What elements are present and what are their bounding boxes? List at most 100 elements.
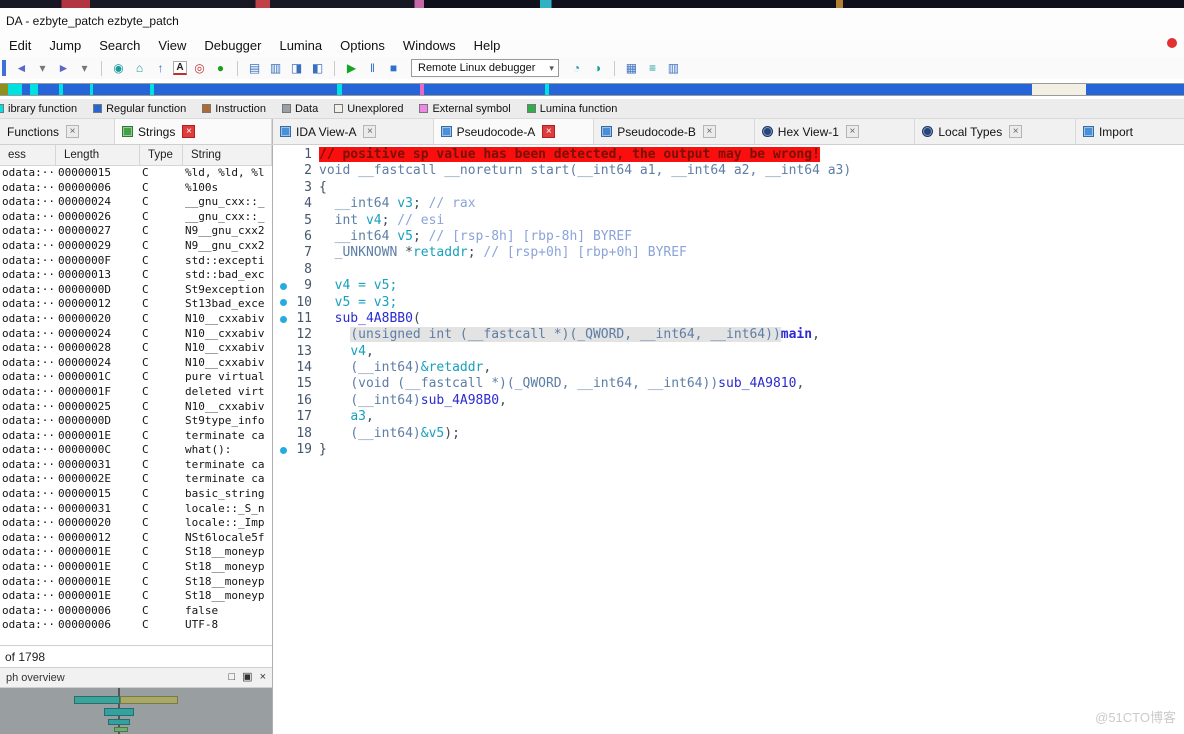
close-icon[interactable]: × (363, 125, 377, 138)
attach-process-icon[interactable]: ◔ (568, 60, 585, 76)
tab-hex-view-1[interactable]: Hex View-1 × (755, 119, 916, 144)
code-line[interactable]: 18 (__int64)&v5); (273, 426, 1184, 442)
table-row[interactable]: odata:··· 00000006 C %100s (0, 181, 272, 196)
table-row[interactable]: odata:··· 0000000C Cwhat(): (0, 443, 272, 458)
forward-arrow-icon[interactable]: ► (55, 60, 72, 76)
table-row[interactable]: odata:··· 0000001E C St18__moneyp (0, 560, 272, 575)
float-icon[interactable]: ▣ (242, 672, 252, 683)
jump-target-icon[interactable]: ◉ (110, 60, 127, 76)
code-line[interactable]: 1 // positive sp value has been detected,… (273, 147, 1184, 163)
jump-up-icon[interactable]: ↑ (152, 60, 169, 76)
graph-overview-body[interactable] (0, 688, 272, 734)
table-row[interactable]: odata:··· 0000001F Cdeleted virt (0, 385, 272, 400)
code-line[interactable]: 6 __int64 v5; // [rsp-8h] [rbp-8h] BYREF (273, 229, 1184, 245)
table-row[interactable]: odata:··· 00000031 Clocale::_S_n (0, 502, 272, 517)
breakpoint-gutter[interactable] (273, 262, 293, 278)
breakpoint-gutter[interactable] (273, 409, 293, 425)
stack-view-icon[interactable]: ◨ (288, 60, 305, 76)
title-bar[interactable]: DA - ezbyte_patch ezbyte_patch (0, 8, 1184, 33)
menu-debugger[interactable]: Debugger (195, 35, 270, 56)
table-row[interactable]: odata:··· 00000015 Cbasic_string (0, 487, 272, 502)
close-icon[interactable]: × (66, 125, 80, 138)
layout-icon[interactable]: ▥ (665, 60, 682, 76)
breakpoint-icon[interactable] (279, 299, 287, 307)
table-row[interactable]: odata:··· 00000013 Cstd::bad_exc (0, 268, 272, 283)
menu-options[interactable]: Options (331, 35, 394, 56)
color-target-icon[interactable]: ◎ (191, 60, 208, 76)
breakpoint-icon[interactable] (279, 282, 287, 290)
lumina-icon[interactable]: ● (212, 60, 229, 76)
tab-local-types[interactable]: Local Types × (915, 119, 1076, 144)
menu-lumina[interactable]: Lumina (270, 35, 331, 56)
registers-icon[interactable]: ▥ (267, 60, 284, 76)
code-line[interactable]: 19} (273, 442, 1184, 458)
table-row[interactable]: odata:··· 00000029 C N9__gnu_cxx2 (0, 239, 272, 254)
debug-windows-icon[interactable]: ▤ (246, 60, 263, 76)
code-line[interactable]: 15 (void (__fastcall *)(_QWORD, __int64,… (273, 376, 1184, 392)
table-row[interactable]: odata:··· 0000000D C St9exception (0, 283, 272, 298)
table-row[interactable]: odata:··· 00000006 Cfalse (0, 604, 272, 619)
menu-search[interactable]: Search (90, 35, 149, 56)
tab-functions[interactable]: Functions × (0, 119, 115, 144)
breakpoint-gutter[interactable] (273, 376, 293, 392)
menu-view[interactable]: View (149, 35, 195, 56)
breakpoint-gutter[interactable] (273, 180, 293, 196)
code-line[interactable]: 12 (unsigned int (__fastcall *)(_QWORD, … (273, 327, 1184, 343)
breakpoint-gutter[interactable] (273, 426, 293, 442)
table-row[interactable]: odata:··· 0000001E C St18__moneyp (0, 575, 272, 590)
code-line[interactable]: 5 int v4; // esi (273, 213, 1184, 229)
table-row[interactable]: odata:··· 00000031 Cterminate ca (0, 458, 272, 473)
table-row[interactable]: odata:··· 00000006 C UTF-8 (0, 618, 272, 633)
breakpoint-gutter[interactable] (273, 278, 293, 294)
code-line[interactable]: 17 a3, (273, 409, 1184, 425)
table-row[interactable]: odata:··· 00000028 C N10__cxxabiv (0, 341, 272, 356)
graph-overview-header[interactable]: ph overview □ ▣ × (0, 667, 272, 688)
table-row[interactable]: odata:··· 0000000F Cstd::excepti (0, 254, 272, 269)
breakpoint-gutter[interactable] (273, 245, 293, 261)
column-header-string[interactable]: String (183, 145, 272, 165)
table-row[interactable]: odata:··· 0000001C Cpure virtual (0, 370, 272, 385)
breakpoint-gutter[interactable] (273, 295, 293, 311)
table-row[interactable]: odata:··· 00000025 C N10__cxxabiv (0, 400, 272, 415)
breakpoint-gutter[interactable] (273, 442, 293, 458)
close-icon[interactable]: × (1009, 125, 1023, 138)
breakpoint-gutter[interactable] (273, 147, 293, 163)
stop-process-icon[interactable]: ■ (385, 60, 402, 76)
maximize-icon[interactable]: □ (229, 672, 236, 683)
code-line[interactable]: 13 v4, (273, 344, 1184, 360)
table-row[interactable]: odata:··· 0000000D C St9type_info (0, 414, 272, 429)
breakpoint-gutter[interactable] (273, 393, 293, 409)
pause-process-icon[interactable]: ‖ (364, 60, 381, 76)
code-line[interactable]: 14 (__int64)&retaddr, (273, 360, 1184, 376)
tab-pseudocode-b[interactable]: Pseudocode-B × (594, 119, 755, 144)
code-line[interactable]: 8 (273, 262, 1184, 278)
tab-pseudocode-a[interactable]: Pseudocode-A × (433, 119, 595, 144)
breakpoint-icon[interactable] (279, 315, 287, 323)
close-icon[interactable]: × (845, 125, 859, 138)
table-row[interactable]: odata:··· 00000024 C N10__cxxabiv (0, 356, 272, 371)
column-header-length[interactable]: Length (56, 145, 140, 165)
forward-history-caret-icon[interactable]: ▾ (76, 60, 93, 76)
menu-help[interactable]: Help (465, 35, 510, 56)
table-row[interactable]: odata:··· 00000020 C N10__cxxabiv (0, 312, 272, 327)
menu-edit[interactable]: Edit (0, 35, 40, 56)
table-row[interactable]: odata:··· 00000027 C N9__gnu_cxx2 (0, 224, 272, 239)
table-row[interactable]: odata:··· 00000020 Clocale::_Imp (0, 516, 272, 531)
toolbar-drag-handle[interactable] (2, 60, 6, 76)
table-row[interactable]: odata:··· 00000012 C St13bad_exce (0, 297, 272, 312)
breakpoint-gutter[interactable] (273, 213, 293, 229)
table-row[interactable]: odata:··· 00000026 C __gnu_cxx::_ (0, 210, 272, 225)
table-row[interactable]: odata:··· 0000002E Cterminate ca (0, 472, 272, 487)
table-row[interactable]: odata:··· 00000024 C N10__cxxabiv (0, 327, 272, 342)
breakpoint-gutter[interactable] (273, 344, 293, 360)
breakpoint-gutter[interactable] (273, 360, 293, 376)
menu-windows[interactable]: Windows (394, 35, 465, 56)
code-line[interactable]: 9 v4 = v5; (273, 278, 1184, 294)
breakpoint-list-icon[interactable]: ◧ (309, 60, 326, 76)
code-line[interactable]: 7 _UNKNOWN *retaddr; // [rsp+0h] [rbp+0h… (273, 245, 1184, 261)
table-row[interactable]: odata:··· 00000012 C NSt6locale5f (0, 531, 272, 546)
code-line[interactable]: 3{ (273, 180, 1184, 196)
start-process-icon[interactable]: ▶ (343, 60, 360, 76)
trace-icon[interactable]: ◑ (589, 60, 606, 76)
code-line[interactable]: 2 void __fastcall __noreturn start(__int6… (273, 163, 1184, 179)
